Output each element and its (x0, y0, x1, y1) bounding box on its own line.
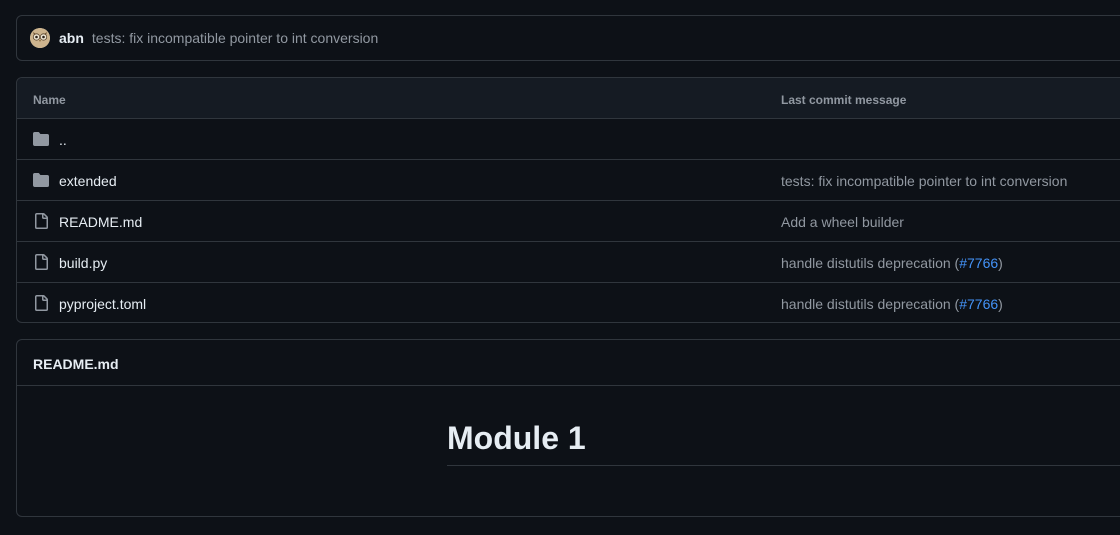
column-header-last-commit-message: Last commit message (781, 93, 907, 107)
file-name-link[interactable]: build.py (59, 255, 107, 271)
pull-request-link[interactable]: #7766 (959, 255, 998, 271)
row-commit-message: handle distutils deprecation (#7766) (781, 255, 1003, 271)
folder-icon (33, 172, 49, 188)
readme-header: README.md (17, 340, 1120, 386)
commit-author-link[interactable]: abn (59, 30, 84, 46)
row-commit-message-link[interactable]: tests: fix incompatible pointer to int c… (781, 173, 1067, 189)
file-name-link[interactable]: README.md (59, 214, 142, 230)
readme-heading: Module 1 (447, 420, 1120, 466)
readme-panel: README.md Module 1 (16, 339, 1120, 517)
file-icon (33, 254, 49, 270)
file-name-link[interactable]: extended (59, 173, 117, 189)
table-row-readme[interactable]: README.md Add a wheel builder (17, 201, 1120, 242)
file-table-header: Name Last commit message (17, 78, 1120, 119)
table-row-build-py[interactable]: build.py handle distutils deprecation (#… (17, 242, 1120, 283)
latest-commit-bar: abn tests: fix incompatible pointer to i… (16, 15, 1120, 61)
commit-message-link[interactable]: tests: fix incompatible pointer to int c… (92, 30, 378, 46)
owl-avatar-icon[interactable] (30, 28, 50, 48)
table-row-pyproject-toml[interactable]: pyproject.toml handle distutils deprecat… (17, 283, 1120, 322)
row-commit-message-link[interactable]: handle distutils deprecation ( (781, 296, 959, 312)
file-table: Name Last commit message .. extended tes… (16, 77, 1120, 323)
row-commit-message-suffix[interactable]: ) (998, 255, 1003, 271)
column-header-name: Name (33, 93, 66, 107)
file-icon (33, 213, 49, 229)
row-commit-message-link[interactable]: handle distutils deprecation ( (781, 255, 959, 271)
row-commit-message-suffix[interactable]: ) (998, 296, 1003, 312)
table-row-parent-directory[interactable]: .. (17, 119, 1120, 160)
row-commit-message-link[interactable]: Add a wheel builder (781, 214, 904, 230)
table-row-extended[interactable]: extended tests: fix incompatible pointer… (17, 160, 1120, 201)
readme-title[interactable]: README.md (33, 356, 119, 372)
row-commit-message: handle distutils deprecation (#7766) (781, 296, 1003, 312)
file-icon (33, 295, 49, 311)
file-name-link[interactable]: pyproject.toml (59, 296, 146, 312)
file-name-link[interactable]: .. (59, 132, 67, 148)
folder-icon (33, 131, 49, 147)
pull-request-link[interactable]: #7766 (959, 296, 998, 312)
